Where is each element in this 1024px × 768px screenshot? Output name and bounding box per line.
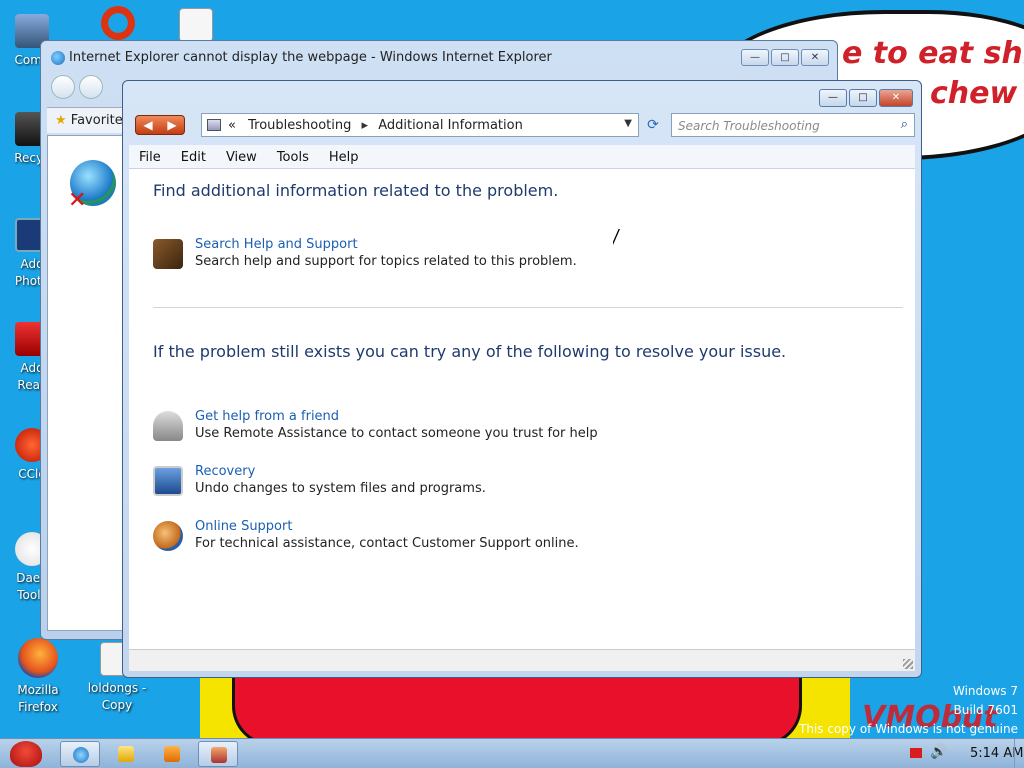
- firefox-icon: [18, 638, 58, 678]
- ie-minimize-button[interactable]: —: [741, 49, 769, 66]
- speaker-icon[interactable]: 🔊: [930, 744, 947, 760]
- watermark-build: Build 7601: [953, 703, 1018, 717]
- taskbar-ie-button[interactable]: [60, 741, 100, 767]
- ie-icon: [73, 747, 89, 763]
- ts-maximize-button[interactable]: □: [849, 89, 877, 107]
- menu-help[interactable]: Help: [319, 145, 369, 168]
- ie-close-button[interactable]: ✕: [801, 49, 829, 66]
- recovery-icon: [153, 466, 183, 496]
- ts-back-button[interactable]: ◀: [136, 116, 160, 134]
- desc-online-support: For technical assistance, contact Custom…: [195, 536, 579, 551]
- search-input[interactable]: Search Troubleshooting: [678, 119, 820, 133]
- folder-icon: [118, 746, 134, 762]
- address-bar[interactable]: « Troubleshooting ▸ Additional Informati…: [201, 113, 639, 137]
- task-recovery[interactable]: Recovery Undo changes to system files an…: [153, 464, 753, 504]
- media-player-icon: [164, 746, 180, 762]
- angry-bird-start-icon: [10, 741, 42, 767]
- action-center-flag-icon[interactable]: [910, 748, 922, 758]
- breadcrumb: « Troubleshooting ▸ Additional Informati…: [228, 118, 523, 133]
- menu-view[interactable]: View: [216, 145, 267, 168]
- task-search-help[interactable]: Search Help and Support Search help and …: [153, 237, 753, 277]
- section-divider: [153, 307, 903, 308]
- link-recovery[interactable]: Recovery: [195, 464, 255, 479]
- show-desktop-button[interactable]: [1014, 739, 1024, 768]
- menu-edit[interactable]: Edit: [171, 145, 216, 168]
- document-icon: [179, 8, 213, 42]
- ts-content-area: Find additional information related to t…: [129, 169, 915, 649]
- status-bar: [129, 649, 915, 671]
- control-panel-icon: [207, 119, 221, 131]
- ts-window-controls: — □ ✕: [819, 89, 913, 107]
- wallpaper-text-line1: e to eat shit: [842, 36, 1024, 71]
- watermark-genuine: This copy of Windows is not genuine: [799, 722, 1018, 736]
- star-icon: ★: [55, 113, 67, 128]
- menu-tools[interactable]: Tools: [267, 145, 319, 168]
- breadcrumb-troubleshooting[interactable]: Troubleshooting: [248, 118, 351, 133]
- wallpaper-red-shape: [232, 676, 802, 746]
- menu-bar: File Edit View Tools Help: [129, 145, 915, 169]
- address-dropdown-icon[interactable]: ▼: [624, 118, 632, 129]
- heading-find-info: Find additional information related to t…: [153, 181, 559, 200]
- ie-favorites-button[interactable]: ★ Favorite: [55, 113, 123, 128]
- search-box[interactable]: Search Troubleshooting ⌕: [671, 113, 915, 137]
- ts-minimize-button[interactable]: —: [819, 89, 847, 107]
- breadcrumb-additional-information[interactable]: Additional Information: [378, 118, 523, 133]
- link-search-help[interactable]: Search Help and Support: [195, 237, 358, 252]
- ts-close-button[interactable]: ✕: [879, 89, 913, 107]
- taskbar-media-player-button[interactable]: [152, 741, 192, 767]
- resize-grip-icon[interactable]: [903, 659, 913, 669]
- help-book-icon: [153, 239, 183, 269]
- desc-recovery: Undo changes to system files and program…: [195, 481, 486, 496]
- heading-problem-exists: If the problem still exists you can try …: [153, 342, 787, 361]
- ie-back-button[interactable]: [51, 75, 75, 99]
- link-help-friend[interactable]: Get help from a friend: [195, 409, 339, 424]
- taskbar-troubleshooting-button[interactable]: [198, 741, 238, 767]
- desc-help-friend: Use Remote Assistance to contact someone…: [195, 426, 598, 441]
- desc-search-help: Search help and support for topics relat…: [195, 254, 577, 269]
- watermark-os: Windows 7: [952, 684, 1018, 698]
- ts-nav-buttons: ◀ ▶: [135, 115, 185, 135]
- desktop-icon-opera[interactable]: [88, 6, 148, 44]
- error-x-icon: ✕: [68, 188, 87, 213]
- troubleshooting-window[interactable]: — □ ✕ ◀ ▶ « Troubleshooting ▸ Additional…: [122, 80, 922, 678]
- opera-icon: [101, 6, 135, 40]
- ie-window-title: Internet Explorer cannot display the web…: [69, 50, 552, 65]
- breadcrumb-overflow[interactable]: «: [228, 118, 236, 133]
- breadcrumb-separator[interactable]: ▸: [362, 118, 369, 133]
- ie-icon: [51, 51, 65, 65]
- wallpaper-text-line2: chew: [930, 76, 1018, 111]
- ie-window-controls: — □ ✕: [741, 49, 829, 66]
- taskbar: 🔊 5:14 AM: [0, 738, 1024, 768]
- ie-maximize-button[interactable]: □: [771, 49, 799, 66]
- desktop-icon-firefox[interactable]: Mozilla Firefox: [8, 638, 68, 716]
- ie-forward-button[interactable]: [79, 75, 103, 99]
- taskbar-explorer-button[interactable]: [106, 741, 146, 767]
- menu-file[interactable]: File: [129, 145, 171, 168]
- search-icon[interactable]: ⌕: [901, 117, 908, 132]
- link-online-support[interactable]: Online Support: [195, 519, 292, 534]
- troubleshooting-icon: [211, 747, 227, 763]
- online-support-icon: [153, 521, 183, 551]
- task-online-support[interactable]: Online Support For technical assistance,…: [153, 519, 753, 559]
- refresh-icon[interactable]: ⟳: [643, 115, 663, 135]
- task-help-friend[interactable]: Get help from a friend Use Remote Assist…: [153, 409, 753, 449]
- mouse-cursor-icon: [612, 228, 619, 244]
- system-tray: 🔊 5:14 AM: [874, 739, 1024, 768]
- ts-forward-button[interactable]: ▶: [160, 116, 184, 134]
- remote-assistance-icon: [153, 411, 183, 441]
- start-button[interactable]: [4, 739, 48, 768]
